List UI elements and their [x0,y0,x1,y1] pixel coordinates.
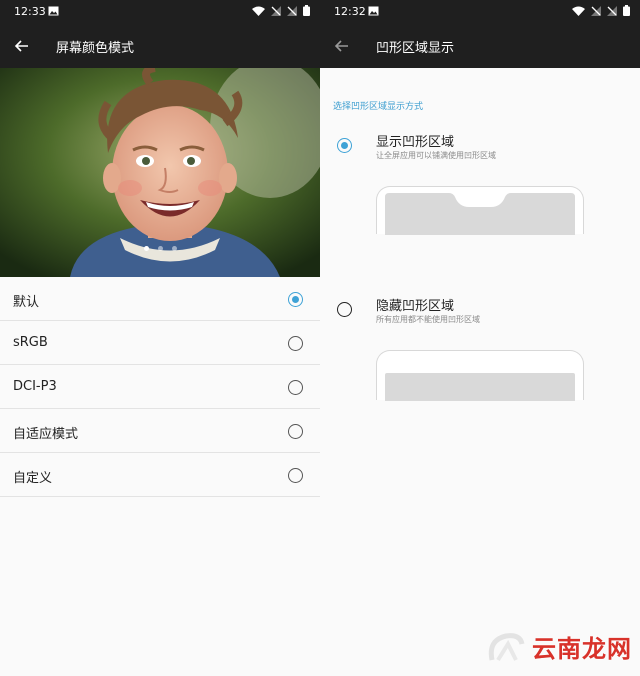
wifi-icon [252,6,265,16]
status-time: 12:32 [334,5,366,18]
radio-default[interactable] [288,292,303,307]
mode-adaptive[interactable]: 自适应模式 [0,409,320,453]
option-hide-notch[interactable]: 隐藏凹形区域 所有应用都不能使用凹形区域 [320,292,640,402]
radio-custom[interactable] [288,468,303,483]
watermark-text: 云南龙网 [532,635,632,663]
radio-show-notch[interactable] [337,138,352,153]
mode-dci-p3[interactable]: DCI-P3 [0,365,320,409]
battery-icon [623,5,630,16]
mode-label: 自适应模式 [13,427,79,442]
status-time: 12:33 [14,5,46,18]
watermark: 云南龙网 [486,629,632,664]
option-subtitle: 让全屏应用可以铺满使用凹形区域 [376,151,496,160]
page-title: 屏幕颜色模式 [56,41,135,56]
watermark-logo-icon [488,632,525,661]
wifi-icon [572,6,585,16]
radio-dci-p3[interactable] [288,380,303,395]
mode-label: sRGB [13,335,48,350]
status-bar: 12:33 [0,0,320,24]
carousel-dot-1[interactable] [143,246,149,251]
no-signal-icon [271,5,281,16]
image-notification-icon [48,6,59,16]
radio-srgb[interactable] [288,336,303,351]
carousel-dot-3[interactable] [171,246,177,251]
carousel-indicator [0,246,320,251]
preview-photo[interactable] [0,68,320,277]
back-arrow-icon[interactable] [332,36,352,56]
option-show-notch[interactable]: 显示凹形区域 让全屏应用可以铺满使用凹形区域 [320,128,640,238]
notch-hidden-illustration [376,350,584,401]
mode-custom[interactable]: 自定义 [0,453,320,497]
notch-shown-illustration [376,186,584,235]
option-title: 隐藏凹形区域 [376,299,455,314]
no-signal-icon [591,5,601,16]
screen-color-mode: 12:33 屏幕颜色模式 默认 sRGB DCI-P3 自适应模式 自定义 [0,0,320,676]
mode-label: 默认 [13,295,40,310]
status-bar: 12:32 [320,0,640,24]
no-signal-icon-2 [287,5,297,16]
mode-label: DCI-P3 [13,379,57,394]
option-title: 显示凹形区域 [376,135,455,150]
option-subtitle: 所有应用都不能使用凹形区域 [376,315,480,324]
radio-hide-notch[interactable] [337,302,352,317]
section-header: 选择凹形区域显示方式 [333,102,424,112]
page-title: 凹形区域显示 [376,41,455,56]
radio-adaptive[interactable] [288,424,303,439]
mode-default[interactable]: 默认 [0,277,320,321]
back-arrow-icon[interactable] [12,36,32,56]
screen-notch-display: 12:32 凹形区域显示 选择凹形区域显示方式 显示凹形区域 让全屏应用可以铺满… [320,0,640,676]
app-bar: 凹形区域显示 [320,24,640,68]
app-bar: 屏幕颜色模式 [0,24,320,68]
image-notification-icon [368,6,379,16]
mode-srgb[interactable]: sRGB [0,321,320,365]
color-mode-list: 默认 sRGB DCI-P3 自适应模式 自定义 [0,277,320,497]
battery-icon [303,5,310,16]
mode-label: 自定义 [13,471,53,486]
no-signal-icon-2 [607,5,617,16]
carousel-dot-2[interactable] [157,246,163,251]
